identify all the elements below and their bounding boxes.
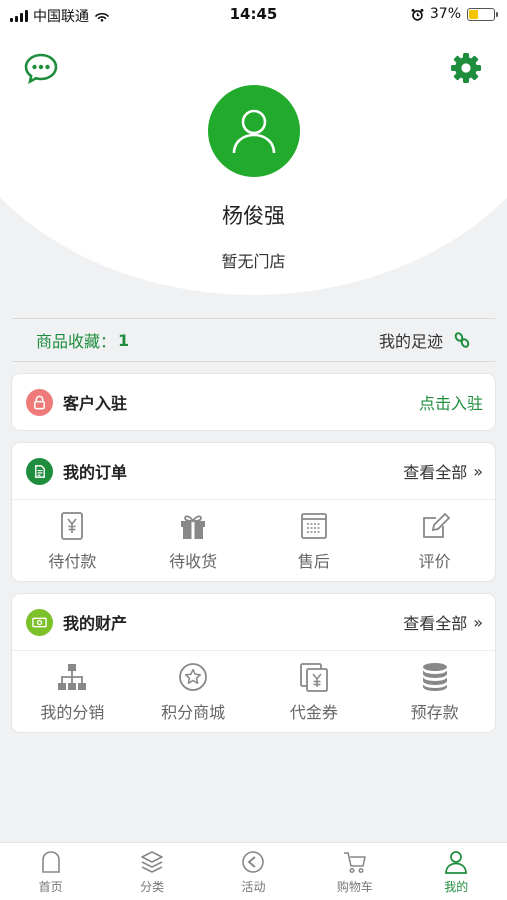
battery-icon xyxy=(467,7,498,21)
order-item-label: 售后 xyxy=(297,551,330,571)
orders-card: 我的订单 查看全部 » 待付款 待收货 售后 评价 xyxy=(12,443,495,581)
hierarchy-icon xyxy=(58,663,87,690)
cart-icon xyxy=(343,851,366,873)
orders-title: 我的订单 xyxy=(63,463,128,482)
assets-view-all-label: 查看全部 xyxy=(403,614,468,633)
order-item-label: 评价 xyxy=(418,551,451,571)
order-item-pending-receipt[interactable]: 待收货 xyxy=(138,510,248,572)
tab-category[interactable]: 分类 xyxy=(112,849,192,895)
cash-icon xyxy=(26,608,53,636)
tab-label: 活动 xyxy=(241,879,266,894)
asset-item-label: 积分商城 xyxy=(161,702,226,722)
order-item-label: 待付款 xyxy=(48,551,97,571)
yen-wallet-icon xyxy=(61,511,84,540)
tab-label: 我的 xyxy=(444,879,469,894)
activity-icon xyxy=(242,850,265,873)
asset-item-distribution[interactable]: 我的分销 xyxy=(17,661,127,723)
assets-view-all-button[interactable]: 查看全部 » xyxy=(403,610,483,634)
voucher-icon xyxy=(299,662,328,692)
orders-view-all-label: 查看全部 xyxy=(403,463,468,482)
tab-mine[interactable]: 我的 xyxy=(416,849,496,895)
footprint-link[interactable]: 我的足迹 xyxy=(379,328,471,352)
battery-level xyxy=(469,9,478,19)
user-name: 杨俊强 xyxy=(222,204,285,228)
profile-page: 中国联通 14:45 37% 杨俊强 暂无门店 商品收藏： 1 我的足迹 客户入… xyxy=(0,0,507,900)
footprint-icon xyxy=(454,332,470,348)
status-bar: 中国联通 14:45 37% xyxy=(0,0,507,30)
tab-activity[interactable]: 活动 xyxy=(213,849,293,895)
edit-icon xyxy=(422,512,450,538)
asset-item-label: 代金券 xyxy=(289,702,338,722)
battery-percent: 37% xyxy=(429,6,461,22)
favorites-label: 商品收藏： xyxy=(36,332,117,351)
stats-row: 商品收藏： 1 我的足迹 xyxy=(12,318,495,362)
assets-card: 我的财产 查看全部 » 我的分销 积分商城 代金券 预存款 xyxy=(12,594,495,732)
double-chevron-right-icon: » xyxy=(473,461,483,481)
home-icon xyxy=(41,850,60,873)
favorites-link[interactable]: 商品收藏： 1 xyxy=(36,328,129,352)
user-icon xyxy=(445,850,468,874)
user-avatar-icon xyxy=(232,109,276,154)
asset-item-points-mall[interactable]: 积分商城 xyxy=(138,661,248,723)
message-icon[interactable] xyxy=(23,50,59,86)
order-item-after-sale[interactable]: 售后 xyxy=(259,510,369,572)
join-button[interactable]: 点击入驻 xyxy=(419,390,483,414)
settings-gear-icon[interactable] xyxy=(448,50,484,86)
asset-item-label: 预存款 xyxy=(410,702,459,722)
star-icon xyxy=(179,662,208,691)
double-chevron-right-icon: » xyxy=(473,612,483,632)
order-item-label: 待收货 xyxy=(169,551,218,571)
customer-title: 客户入驻 xyxy=(63,394,128,413)
receipt-icon xyxy=(300,512,327,539)
order-item-review[interactable]: 评价 xyxy=(380,510,490,572)
tab-home[interactable]: 首页 xyxy=(11,849,91,895)
orders-view-all-button[interactable]: 查看全部 » xyxy=(403,459,483,483)
lock-icon xyxy=(26,388,53,416)
gift-icon xyxy=(181,514,206,539)
layers-icon xyxy=(141,850,163,873)
asset-item-deposit[interactable]: 预存款 xyxy=(380,661,490,723)
tab-label: 分类 xyxy=(140,879,165,894)
store-label: 暂无门店 xyxy=(221,252,286,271)
coins-stack-icon xyxy=(422,662,447,691)
bottom-tab-bar: 首页 分类 活动 购物车 我的 xyxy=(0,842,507,900)
order-item-pending-payment[interactable]: 待付款 xyxy=(17,510,127,572)
document-icon xyxy=(26,457,53,485)
asset-item-voucher[interactable]: 代金券 xyxy=(259,661,369,723)
footprint-label: 我的足迹 xyxy=(378,332,443,351)
customer-card[interactable]: 客户入驻 点击入驻 xyxy=(12,374,495,430)
tab-cart[interactable]: 购物车 xyxy=(315,849,395,895)
avatar[interactable] xyxy=(208,85,300,177)
favorites-count: 1 xyxy=(118,330,130,350)
asset-item-label: 我的分销 xyxy=(40,702,105,722)
alarm-icon xyxy=(411,8,424,21)
assets-title: 我的财产 xyxy=(63,614,128,633)
tab-label: 首页 xyxy=(38,879,63,894)
tab-label: 购物车 xyxy=(336,879,373,894)
